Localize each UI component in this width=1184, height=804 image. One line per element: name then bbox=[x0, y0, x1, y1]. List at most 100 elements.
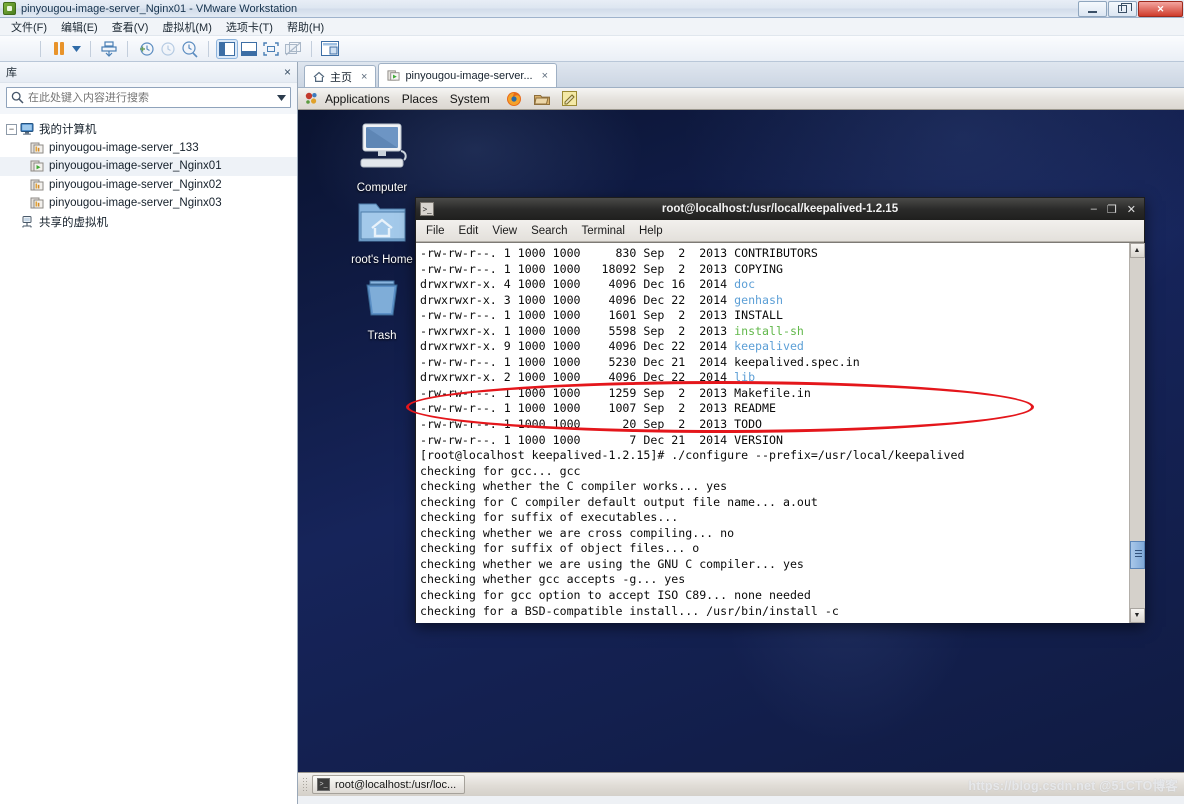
pause-icon bbox=[54, 42, 64, 55]
terminal-maximize-button[interactable]: ❐ bbox=[1107, 203, 1117, 216]
terminal-titlebar: >_ root@localhost:/usr/local/keepalived-… bbox=[416, 198, 1144, 220]
terminal-filename: keepalived.spec.in bbox=[734, 354, 860, 369]
menu-edit[interactable]: 编辑(E) bbox=[54, 18, 105, 36]
tree-item-vm-133[interactable]: pinyougou-image-server_133 bbox=[0, 139, 297, 158]
terminal-window: >_ root@localhost:/usr/local/keepalived-… bbox=[415, 197, 1145, 623]
taskbar-window-button[interactable]: >_ root@localhost:/usr/loc... bbox=[312, 775, 466, 794]
terminal-menu-terminal[interactable]: Terminal bbox=[582, 225, 625, 237]
terminal-filename: keepalived bbox=[734, 339, 804, 354]
terminal-scrollbar[interactable]: ▲ ▼ bbox=[1129, 243, 1145, 623]
vm-powered-off-icon bbox=[30, 196, 44, 210]
maximize-button[interactable] bbox=[1108, 1, 1137, 17]
terminal-minimize-button[interactable]: – bbox=[1091, 203, 1097, 216]
terminal-close-button[interactable]: ✕ bbox=[1127, 203, 1136, 216]
tree-item-label: pinyougou-image-server_133 bbox=[49, 141, 199, 154]
scrollbar-thumb[interactable] bbox=[1129, 541, 1145, 569]
terminal-menu-help[interactable]: Help bbox=[639, 225, 663, 237]
terminal-line: -rw-rw-r--. 1 1000 1000 20 Sep 2 2013 TO… bbox=[420, 417, 763, 432]
console-view-button[interactable] bbox=[319, 39, 341, 59]
terminal-filename: TODO bbox=[734, 417, 763, 432]
tree-item-vm-nginx02[interactable]: pinyougou-image-server_Nginx02 bbox=[0, 176, 297, 195]
taskbar-window-label: root@localhost:/usr/loc... bbox=[335, 778, 457, 791]
terminal-menu-search[interactable]: Search bbox=[531, 225, 567, 237]
desktop-icon-computer[interactable]: Computer bbox=[334, 122, 430, 194]
tree-item-label: 共享的虚拟机 bbox=[39, 216, 108, 229]
terminal-line: -rw-rw-r--. 1 1000 1000 1007 Sep 2 2013 … bbox=[420, 401, 776, 416]
file-manager-icon[interactable] bbox=[533, 92, 550, 106]
menu-vm[interactable]: 虚拟机(M) bbox=[155, 18, 219, 36]
send-ctrl-alt-del-button[interactable] bbox=[98, 39, 120, 59]
tab-home[interactable]: 主页 × bbox=[304, 65, 377, 87]
text-editor-icon[interactable] bbox=[561, 91, 578, 106]
take-snapshot-button[interactable] bbox=[135, 39, 157, 59]
search-box[interactable] bbox=[6, 87, 291, 108]
keyboard-send-icon bbox=[101, 40, 117, 57]
revert-snapshot-button[interactable] bbox=[157, 39, 179, 59]
tab-close-icon[interactable]: × bbox=[542, 70, 548, 82]
terminal-line: checking for suffix of executables... bbox=[420, 510, 686, 525]
firefox-icon[interactable] bbox=[506, 91, 522, 107]
scrollbar-track[interactable] bbox=[1129, 258, 1145, 608]
caret-up-icon[interactable]: ▲ bbox=[1129, 243, 1145, 258]
tree-item-label: pinyougou-image-server_Nginx01 bbox=[49, 160, 222, 173]
terminal-line: -rwxrwxr-x. 1 1000 1000 5598 Sep 2 2013 … bbox=[420, 323, 804, 338]
snapshot-add-icon bbox=[140, 41, 154, 56]
gnome-menu-places[interactable]: Places bbox=[402, 92, 438, 106]
menu-help[interactable]: 帮助(H) bbox=[280, 18, 331, 36]
tab-label: pinyougou-image-server... bbox=[405, 69, 533, 82]
library-header: 库 × bbox=[0, 62, 297, 83]
terminal-window-controls: – ❐ ✕ bbox=[1091, 203, 1140, 216]
show-thumbnails-button[interactable] bbox=[238, 39, 260, 59]
tab-close-icon[interactable]: × bbox=[361, 71, 367, 83]
collapse-toggle-icon[interactable]: − bbox=[6, 123, 17, 135]
terminal-body[interactable]: -rw-rw-r--. 1 1000 1000 830 Sep 2 2013 C… bbox=[416, 242, 1145, 623]
snapshot-manager-button[interactable] bbox=[179, 39, 201, 59]
terminal-output: -rw-rw-r--. 1 1000 1000 830 Sep 2 2013 C… bbox=[416, 243, 1129, 623]
tree-item-vm-nginx01[interactable]: pinyougou-image-server_Nginx01 bbox=[0, 157, 297, 176]
terminal-line: checking whether the C compiler works...… bbox=[420, 479, 728, 494]
gnome-menu-system[interactable]: System bbox=[450, 92, 490, 106]
menu-tabs[interactable]: 选项卡(T) bbox=[219, 18, 280, 36]
search-icon bbox=[11, 91, 24, 104]
vm-running-icon bbox=[387, 70, 400, 81]
terminal-menu-file[interactable]: File bbox=[426, 225, 445, 237]
watermark: https://blog.csdn.net @51CTO博客 bbox=[968, 779, 1178, 793]
terminal-filename: INSTALL bbox=[734, 308, 783, 323]
tree-item-shared-vms[interactable]: 共享的虚拟机 bbox=[0, 213, 297, 232]
panel-grip[interactable] bbox=[302, 776, 307, 793]
search-input[interactable] bbox=[24, 91, 277, 104]
fullscreen-icon bbox=[263, 41, 279, 56]
suspend-button[interactable] bbox=[48, 39, 70, 59]
close-button[interactable]: ✕ bbox=[1138, 1, 1183, 17]
unity-mode-button[interactable] bbox=[282, 39, 304, 59]
tab-vm[interactable]: pinyougou-image-server... × bbox=[378, 63, 558, 87]
menu-view[interactable]: 查看(V) bbox=[105, 18, 156, 36]
vm-console-pane: 主页 × pinyougou-image-server... × Applica… bbox=[298, 62, 1184, 804]
terminal-menu-edit[interactable]: Edit bbox=[459, 225, 479, 237]
terminal-menu-view[interactable]: View bbox=[492, 225, 517, 237]
minimize-button[interactable] bbox=[1078, 1, 1107, 17]
terminal-line: checking whether we are using the GNU C … bbox=[420, 556, 804, 571]
terminal-filename: README bbox=[734, 401, 776, 416]
tree-item-vm-nginx03[interactable]: pinyougou-image-server_Nginx03 bbox=[0, 194, 297, 213]
terminal-line: checking for suffix of object files... o bbox=[420, 541, 700, 556]
chevron-down-icon bbox=[72, 45, 81, 52]
library-close-icon[interactable]: × bbox=[284, 66, 291, 78]
gnome-menu-applications[interactable]: Applications bbox=[325, 92, 390, 106]
vm-powered-off-icon bbox=[30, 178, 44, 192]
terminal-line: -rw-rw-r--. 1 1000 1000 7 Dec 21 2014 VE… bbox=[420, 432, 783, 447]
sidebar-panel-icon bbox=[219, 41, 235, 56]
terminal-line: checking for a BSD-compatible install...… bbox=[420, 603, 839, 618]
terminal-line: checking for gcc option to accept ISO C8… bbox=[420, 588, 811, 603]
terminal-filename: genhash bbox=[734, 292, 783, 307]
power-dropdown[interactable] bbox=[70, 39, 83, 59]
enter-fullscreen-button[interactable] bbox=[260, 39, 282, 59]
show-library-button[interactable] bbox=[216, 38, 238, 59]
terminal-line: checking whether gcc accepts -g... yes bbox=[420, 572, 686, 587]
caret-down-icon[interactable]: ▼ bbox=[1129, 608, 1145, 623]
terminal-line: [root@localhost keepalived-1.2.15]# ./co… bbox=[420, 448, 965, 463]
menu-file[interactable]: 文件(F) bbox=[4, 18, 54, 36]
tree-item-label: pinyougou-image-server_Nginx03 bbox=[49, 197, 222, 210]
tree-item-my-computer[interactable]: − 我的计算机 bbox=[0, 120, 297, 139]
chevron-down-icon[interactable] bbox=[277, 94, 286, 101]
